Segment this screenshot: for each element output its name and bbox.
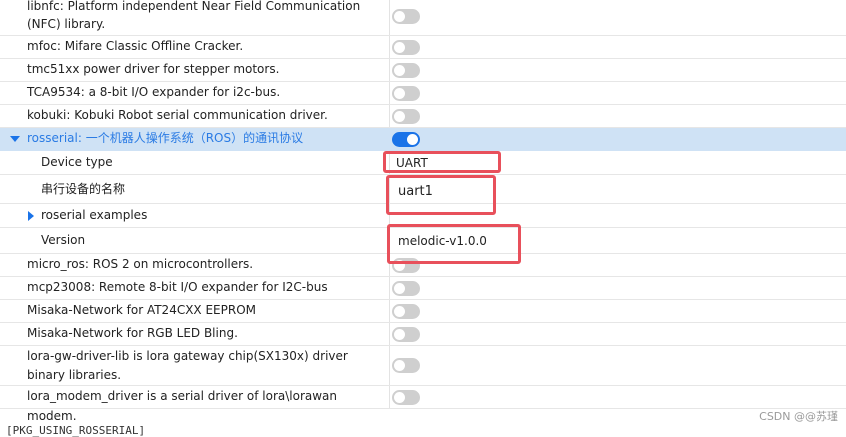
package-row-tca9534[interactable]: TCA9534: a 8-bit I/O expander for i2c-bu… (0, 82, 846, 105)
package-toggle-tca9534[interactable] (392, 86, 420, 101)
package-label: Misaka-Network for AT24CXX EEPROM (27, 303, 256, 317)
package-label: libnfc: Platform independent Near Field … (27, 0, 361, 31)
examples-label: roserial examples (41, 208, 148, 222)
option-row-examples[interactable]: roserial examples (0, 204, 846, 228)
package-row-mfoc[interactable]: mfoc: Mifare Classic Offline Cracker. (0, 36, 846, 59)
package-label: mcp23008: Remote 8-bit I/O expander for … (27, 280, 328, 294)
package-toggle-kobuki[interactable] (392, 109, 420, 124)
package-row-misaka-eeprom[interactable]: Misaka-Network for AT24CXX EEPROM (0, 300, 846, 323)
package-row-tmc51xx[interactable]: tmc51xx power driver for stepper motors. (0, 59, 846, 82)
device-type-select[interactable]: UART (396, 156, 428, 170)
package-row-mcp23008[interactable]: mcp23008: Remote 8-bit I/O expander for … (0, 277, 846, 300)
package-row-libnfc[interactable]: libnfc: Platform independent Near Field … (0, 0, 846, 36)
package-label: TCA9534: a 8-bit I/O expander for i2c-bu… (27, 85, 281, 99)
option-row-device-type[interactable]: Device type UART (0, 151, 846, 175)
package-toggle-misaka-led[interactable] (392, 327, 420, 342)
expand-arrow-icon[interactable] (10, 136, 20, 142)
package-row-lora-gw[interactable]: lora-gw-driver-lib is lora gateway chip(… (0, 346, 846, 386)
expand-arrow-icon[interactable] (28, 211, 34, 221)
package-toggle-mcp23008[interactable] (392, 281, 420, 296)
package-toggle-libnfc[interactable] (392, 9, 420, 24)
serial-name-label: 串行设备的名称 (41, 182, 126, 196)
serial-name-input[interactable]: uart1 (398, 184, 433, 199)
package-label: lora_modem_driver is a serial driver of … (27, 389, 338, 423)
package-label: mfoc: Mifare Classic Offline Cracker. (27, 39, 244, 53)
package-row-micro-ros[interactable]: micro_ros: ROS 2 on microcontrollers. (0, 254, 846, 277)
package-toggle-tmc51xx[interactable] (392, 63, 420, 78)
package-toggle-mfoc[interactable] (392, 40, 420, 55)
package-label: tmc51xx power driver for stepper motors. (27, 62, 280, 76)
package-label: rosserial: 一个机器人操作系统（ROS）的通讯协议 (27, 131, 304, 145)
option-row-serial-name[interactable]: 串行设备的名称 uart1 (0, 175, 846, 204)
device-type-label: Device type (41, 155, 113, 169)
package-row-rosserial[interactable]: rosserial: 一个机器人操作系统（ROS）的通讯协议 (0, 128, 846, 151)
package-toggle-micro-ros[interactable] (392, 258, 420, 273)
package-toggle-lora-gw[interactable] (392, 358, 420, 373)
package-label: Misaka-Network for RGB LED Bling. (27, 326, 238, 340)
package-row-kobuki[interactable]: kobuki: Kobuki Robot serial communicatio… (0, 105, 846, 128)
watermark: CSDN @@苏瑾 (759, 410, 838, 423)
version-select[interactable]: melodic-v1.0.0 (398, 234, 487, 248)
option-row-version[interactable]: Version melodic-v1.0.0 (0, 228, 846, 254)
package-toggle-lora-modem[interactable] (392, 390, 420, 405)
package-toggle-rosserial[interactable] (392, 132, 420, 147)
package-row-misaka-led[interactable]: Misaka-Network for RGB LED Bling. (0, 323, 846, 346)
version-label: Version (41, 233, 86, 247)
package-label: micro_ros: ROS 2 on microcontrollers. (27, 257, 254, 271)
package-row-lora-modem[interactable]: lora_modem_driver is a serial driver of … (0, 386, 846, 423)
package-label: kobuki: Kobuki Robot serial communicatio… (27, 108, 328, 122)
package-toggle-misaka-eeprom[interactable] (392, 304, 420, 319)
package-label: lora-gw-driver-lib is lora gateway chip(… (27, 349, 348, 382)
